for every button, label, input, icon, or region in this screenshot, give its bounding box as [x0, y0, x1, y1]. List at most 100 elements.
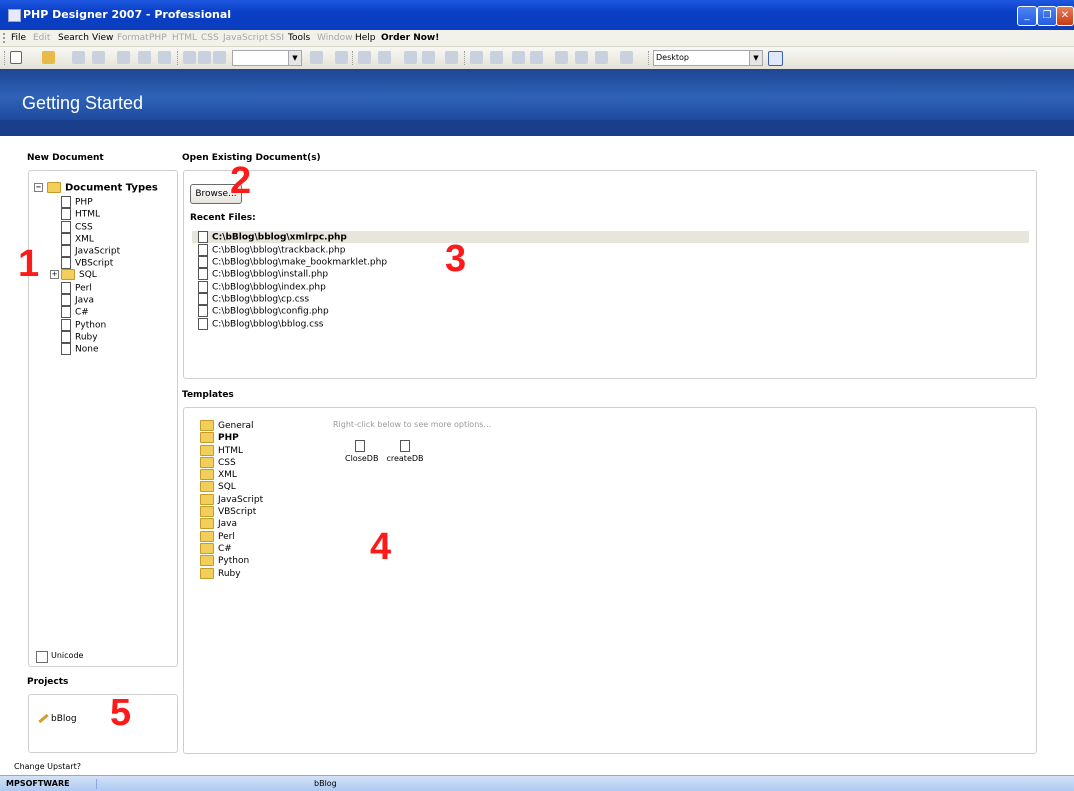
- run-icon[interactable]: [575, 51, 588, 64]
- doctype-xml[interactable]: XML: [61, 233, 94, 245]
- options-icon[interactable]: [620, 51, 633, 64]
- doctype-csharp[interactable]: C#: [61, 306, 89, 318]
- title-bar[interactable]: PHP Designer 2007 - Professional _ ❐ ✕: [0, 0, 1074, 30]
- doctype-sql[interactable]: + SQL: [50, 269, 97, 281]
- chevron-down-icon[interactable]: ▼: [749, 51, 762, 65]
- outdent-icon[interactable]: [422, 51, 435, 64]
- open-folder-icon[interactable]: [42, 51, 55, 64]
- browser-icon[interactable]: [530, 51, 543, 64]
- template-folder-label: JavaScript: [218, 495, 264, 505]
- doctype-label: Java: [75, 295, 95, 306]
- template-folder-java[interactable]: Java: [200, 518, 237, 530]
- doctype-java[interactable]: Java: [61, 294, 94, 306]
- template-folder-html[interactable]: HTML: [200, 445, 243, 457]
- doctype-none[interactable]: None: [61, 343, 98, 355]
- paste-icon[interactable]: [213, 51, 226, 64]
- file-icon: [61, 233, 71, 245]
- block-icon[interactable]: [470, 51, 483, 64]
- menu-grip: [3, 33, 7, 43]
- copy-icon[interactable]: [198, 51, 211, 64]
- doctype-css[interactable]: CSS: [61, 221, 93, 233]
- template-folder-perl[interactable]: Perl: [200, 531, 235, 543]
- collapse-icon[interactable]: −: [34, 183, 43, 192]
- template-folder-xml[interactable]: XML: [200, 469, 237, 481]
- template-folder-php[interactable]: PHP: [200, 432, 239, 444]
- menu-file[interactable]: File: [11, 33, 26, 43]
- template-file-createdb[interactable]: createDB: [385, 440, 425, 463]
- doctype-php[interactable]: PHP: [61, 196, 93, 208]
- comment-icon[interactable]: [445, 51, 458, 64]
- tool-icon[interactable]: [595, 51, 608, 64]
- menu-search[interactable]: Search: [58, 33, 89, 43]
- toolbar-combo[interactable]: ▼: [232, 50, 302, 66]
- recent-file-item[interactable]: C:\bBlog\bblog\trackback.php: [198, 244, 345, 256]
- template-folder-general[interactable]: General: [200, 420, 253, 432]
- menu-php[interactable]: PHP: [149, 33, 167, 43]
- template-folder-csharp[interactable]: C#: [200, 543, 232, 555]
- template-folder-css[interactable]: CSS: [200, 457, 236, 469]
- menu-tools[interactable]: Tools: [288, 33, 310, 43]
- cut-icon[interactable]: [183, 51, 196, 64]
- doctype-vbscript[interactable]: VBScript: [61, 257, 113, 269]
- doctype-html[interactable]: HTML: [61, 208, 100, 220]
- folder-icon: [61, 269, 75, 280]
- unicode-checkbox[interactable]: [36, 651, 48, 663]
- recent-file-item[interactable]: C:\bBlog\bblog\cp.css: [198, 293, 309, 305]
- menu-edit[interactable]: Edit: [33, 33, 50, 43]
- menu-css[interactable]: CSS: [201, 33, 219, 43]
- menu-format[interactable]: Format: [117, 33, 149, 43]
- menu-help[interactable]: Help: [355, 33, 376, 43]
- recent-file-item[interactable]: C:\bBlog\bblog\config.php: [198, 305, 329, 317]
- menu-html[interactable]: HTML: [172, 33, 197, 43]
- menu-order-now[interactable]: Order Now!: [381, 33, 439, 43]
- template-folder-label: XML: [218, 470, 237, 480]
- recent-file-item[interactable]: C:\bBlog\bblog\make_bookmarklet.php: [198, 256, 387, 268]
- menu-javascript[interactable]: JavaScript: [223, 33, 268, 43]
- print-icon[interactable]: [117, 51, 130, 64]
- indent-icon[interactable]: [378, 51, 391, 64]
- wrap-icon[interactable]: [490, 51, 503, 64]
- undo-icon[interactable]: [138, 51, 151, 64]
- recent-file-item[interactable]: C:\bBlog\bblog\bblog.css: [198, 318, 324, 330]
- replace-icon[interactable]: [335, 51, 348, 64]
- change-upstart-link[interactable]: Change Upstart?: [14, 762, 81, 771]
- preview-icon[interactable]: [512, 51, 525, 64]
- redo-icon[interactable]: [158, 51, 171, 64]
- workspace-combo[interactable]: Desktop ▼: [653, 50, 763, 66]
- bookmark-icon[interactable]: [358, 51, 371, 64]
- save-icon[interactable]: [72, 51, 85, 64]
- doctype-ruby[interactable]: Ruby: [61, 331, 98, 343]
- template-folder-vbscript[interactable]: VBScript: [200, 506, 256, 518]
- doctype-python[interactable]: Python: [61, 319, 106, 331]
- project-item[interactable]: bBlog: [38, 713, 77, 724]
- template-folder-label: Java: [218, 519, 238, 529]
- recent-file-item[interactable]: C:\bBlog\bblog\xmlrpc.php: [192, 231, 1029, 243]
- template-folder-sql[interactable]: SQL: [200, 481, 236, 493]
- minimize-button[interactable]: _: [1017, 6, 1037, 26]
- template-folder-ruby[interactable]: Ruby: [200, 568, 241, 580]
- menu-view[interactable]: View: [92, 33, 113, 43]
- doctype-javascript[interactable]: JavaScript: [61, 245, 120, 257]
- document-types-root[interactable]: − Document Types: [34, 182, 158, 194]
- template-file-closedb[interactable]: CloseDB: [345, 440, 378, 463]
- expand-icon[interactable]: +: [50, 270, 59, 279]
- new-file-icon[interactable]: [10, 51, 22, 64]
- menu-ssi[interactable]: SSI: [270, 33, 284, 43]
- window-layout-icon[interactable]: [768, 51, 783, 66]
- folder-icon: [200, 531, 214, 542]
- recent-file-item[interactable]: C:\bBlog\bblog\index.php: [198, 281, 326, 293]
- close-button[interactable]: ✕: [1056, 6, 1074, 26]
- list-icon[interactable]: [404, 51, 417, 64]
- doctype-perl[interactable]: Perl: [61, 282, 92, 294]
- debug-icon[interactable]: [555, 51, 568, 64]
- find-icon[interactable]: [310, 51, 323, 64]
- banner: Getting Started: [0, 69, 1074, 120]
- template-folder-label: Python: [218, 556, 250, 566]
- menu-window[interactable]: Window: [317, 33, 353, 43]
- template-folder-javascript[interactable]: JavaScript: [200, 494, 263, 506]
- save-all-icon[interactable]: [92, 51, 105, 64]
- restore-button[interactable]: ❐: [1037, 6, 1057, 26]
- template-folder-python[interactable]: Python: [200, 555, 249, 567]
- recent-file-item[interactable]: C:\bBlog\bblog\install.php: [198, 268, 328, 280]
- chevron-down-icon[interactable]: ▼: [288, 51, 301, 65]
